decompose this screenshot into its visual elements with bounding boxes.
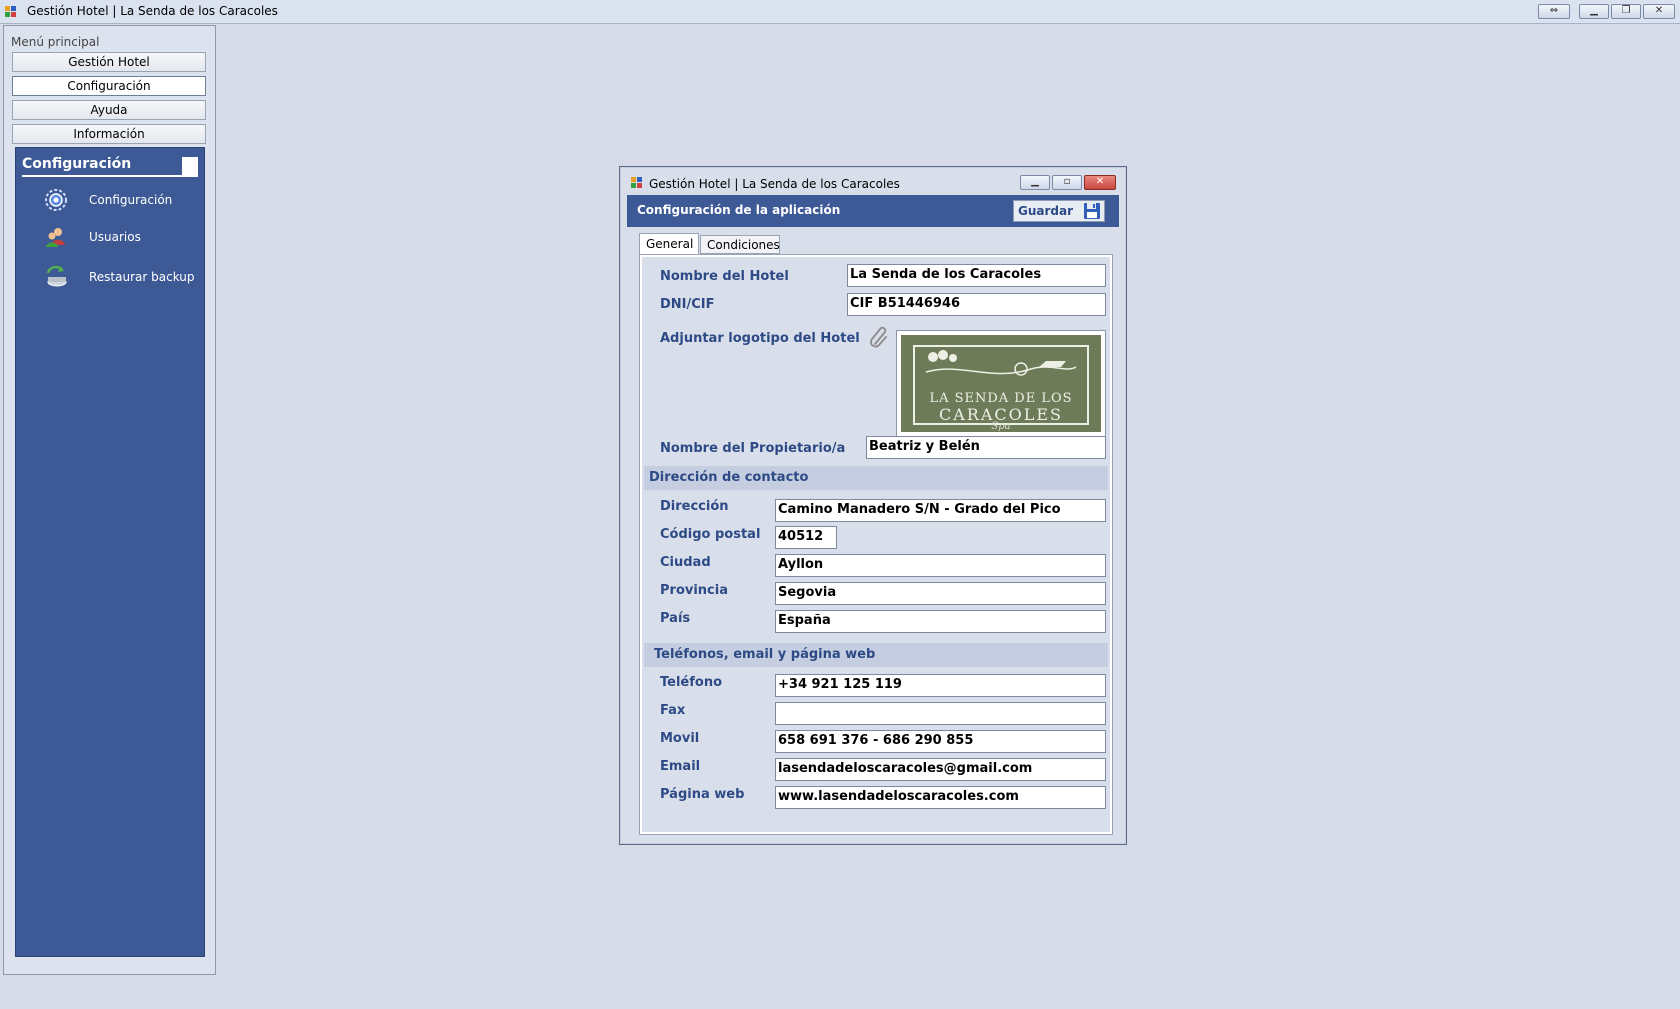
menu-button-ayuda[interactable]: Ayuda (12, 100, 206, 120)
minimize-button[interactable]: ▁ (1579, 4, 1609, 19)
telefono-label: Teléfono (660, 675, 723, 690)
hotel-logo-image[interactable]: LA SENDA DE LOS CARACOLES Spa (896, 330, 1106, 437)
close-button[interactable]: ✕ (1643, 4, 1675, 19)
sidebar-item-label: Configuración (89, 193, 173, 207)
hotel-name-field[interactable]: La Senda de los Caracoles (847, 264, 1106, 287)
tab-strip: General Condiciones (639, 233, 1109, 255)
floppy-disk-icon (1084, 203, 1100, 219)
logo-text-line3: Spa (991, 421, 1011, 432)
dni-cif-label: DNI/CIF (660, 297, 715, 312)
dialog-app-icon (631, 177, 642, 188)
email-label: Email (660, 759, 701, 774)
provincia-field[interactable]: Segovia (775, 582, 1106, 605)
codigo-postal-label: Código postal (660, 527, 761, 542)
menu-caption: Menú principal (11, 35, 100, 49)
sidebar-item-usuarios[interactable]: Usuarios (44, 223, 204, 251)
dialog-maximize-button[interactable]: ▫ (1052, 175, 1082, 190)
sidebar-item-restaurar-backup[interactable]: Restaurar backup (44, 263, 204, 291)
pais-field[interactable]: España (775, 610, 1106, 633)
web-field[interactable]: www.lasendadeloscaracoles.com (775, 786, 1106, 809)
dialog-header: Configuración de la aplicación Guardar (627, 195, 1119, 227)
restore-layout-button[interactable]: ⇔ (1538, 4, 1570, 19)
configuration-subpanel: Configuración Configuración Usuarios Res… (15, 147, 205, 957)
owner-field[interactable]: Beatriz y Belén (866, 436, 1106, 459)
ciudad-field[interactable]: Ayllon (775, 554, 1106, 577)
tab-condiciones[interactable]: Condiciones (700, 235, 780, 254)
subpanel-header: Configuración (22, 154, 198, 177)
dialog-close-button[interactable]: ✕ (1084, 175, 1116, 190)
address-section-header: Dirección de contacto (644, 466, 1108, 490)
direccion-label: Dirección (660, 499, 729, 514)
main-title-bar: Gestión Hotel | La Senda de los Caracole… (0, 0, 1680, 24)
configuration-dialog: Gestión Hotel | La Senda de los Caracole… (619, 166, 1127, 845)
hotel-name-label: Nombre del Hotel (660, 269, 789, 284)
snail-logo-drawing (925, 350, 1077, 376)
direccion-field[interactable]: Camino Manadero S/N - Grado del Pico (775, 499, 1106, 522)
general-form: Nombre del Hotel La Senda de los Caracol… (642, 257, 1110, 832)
menu-button-configuracion[interactable]: Configuración (12, 76, 206, 96)
owner-label: Nombre del Propietario/a (660, 441, 846, 456)
address-section-title: Dirección de contacto (649, 470, 809, 485)
menu-button-gestion-hotel[interactable]: Gestión Hotel (12, 52, 206, 72)
menu-button-informacion[interactable]: Información (12, 124, 206, 144)
save-button[interactable]: Guardar (1013, 200, 1105, 222)
logo-text-line1: LA SENDA DE LOS (929, 391, 1073, 406)
dialog-title: Gestión Hotel | La Senda de los Caracole… (649, 177, 900, 191)
telefono-field[interactable]: +34 921 125 119 (775, 674, 1106, 697)
sidebar-item-label: Restaurar backup (89, 270, 195, 284)
movil-label: Movil (660, 731, 700, 746)
fax-label: Fax (660, 703, 686, 718)
sidebar-item-configuracion[interactable]: Configuración (44, 186, 204, 214)
main-menu-panel: Menú principal Gestión Hotel Configuraci… (3, 25, 216, 975)
subpanel-title: Configuración (22, 156, 132, 172)
movil-field[interactable]: 658 691 376 - 686 290 855 (775, 730, 1106, 753)
logo-label: Adjuntar logotipo del Hotel (660, 331, 860, 346)
fax-field[interactable] (775, 702, 1106, 725)
save-button-label: Guardar (1018, 204, 1074, 218)
maximize-button[interactable]: ❐ (1611, 4, 1641, 19)
contact-section-title: Teléfonos, email y página web (654, 647, 876, 662)
settings-gear-icon (45, 189, 67, 211)
dni-cif-field[interactable]: CIF B51446946 (847, 293, 1106, 316)
collapse-toggle[interactable] (182, 157, 198, 175)
paperclip-icon[interactable] (869, 326, 891, 348)
tab-general[interactable]: General (639, 233, 699, 255)
pais-label: País (660, 611, 691, 626)
web-label: Página web (660, 787, 745, 802)
provincia-label: Provincia (660, 583, 728, 598)
ciudad-label: Ciudad (660, 555, 711, 570)
app-icon (5, 6, 16, 17)
email-field[interactable]: lasendadeloscaracoles@gmail.com (775, 758, 1106, 781)
sidebar-item-label: Usuarios (89, 230, 141, 244)
dialog-minimize-button[interactable]: ▁ (1020, 175, 1050, 190)
codigo-postal-field[interactable]: 40512 (775, 526, 837, 549)
restore-backup-icon (46, 265, 67, 287)
dialog-title-bar: Gestión Hotel | La Senda de los Caracole… (620, 167, 1126, 195)
dialog-heading: Configuración de la aplicación (637, 203, 841, 217)
general-tab-panel: Nombre del Hotel La Senda de los Caracol… (639, 254, 1113, 835)
window-title: Gestión Hotel | La Senda de los Caracole… (27, 4, 278, 18)
users-icon (46, 228, 65, 247)
contact-section-header: Teléfonos, email y página web (644, 643, 1108, 667)
